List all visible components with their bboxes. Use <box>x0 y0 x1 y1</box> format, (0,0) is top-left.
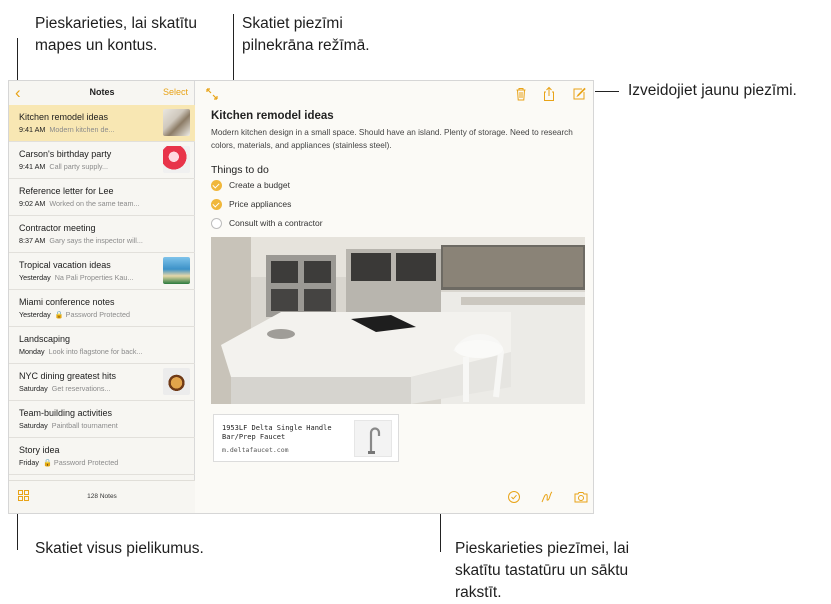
callout-attachments-line <box>17 508 18 550</box>
checklist-text: Create a budget <box>229 180 290 190</box>
checklist-item[interactable]: Consult with a contractor <box>211 218 323 232</box>
callout-attachments: Skatiet visus pielikumus. <box>35 540 204 557</box>
note-preview: Call party supply... <box>49 162 108 171</box>
note-preview: Na Pali Properties Kau... <box>54 273 134 282</box>
note-meta: Saturday Paintball tournament <box>19 421 195 430</box>
note-thumbnail <box>163 109 190 136</box>
checkbox-checked[interactable] <box>211 180 222 192</box>
trash-icon[interactable] <box>513 86 529 102</box>
note-time: Friday <box>19 458 39 467</box>
note-time: Yesterday <box>19 310 51 319</box>
note-heading: Kitchen remodel ideas <box>211 110 334 122</box>
notes-sidebar: ‹ Notes Select Kitchen remodel ideas 9:4… <box>9 81 195 513</box>
notes-app-screen: ‹ Notes Select Kitchen remodel ideas 9:4… <box>8 80 594 514</box>
note-time: Yesterday <box>19 273 51 282</box>
note-thumbnail <box>163 257 190 284</box>
callout-folders-line2: mapes un kontus. <box>35 37 158 54</box>
list-item[interactable]: Kitchen remodel ideas 9:41 AM Modern kitc… <box>9 105 195 142</box>
sketch-icon[interactable] <box>539 489 555 505</box>
sidebar-bottom-bar: 128 Notes <box>9 480 195 513</box>
callout-fullscreen-line1: Skatiet piezīmi <box>242 15 343 32</box>
checkbox-checked[interactable] <box>211 199 222 211</box>
list-item[interactable]: Story idea Friday 🔒 Password Protected <box>9 438 195 475</box>
note-time: 8:37 AM <box>19 236 46 245</box>
note-title: Story idea <box>19 445 60 455</box>
note-body[interactable]: Modern kitchen design in a small space. … <box>211 126 581 152</box>
note-preview: Get reservations... <box>51 384 111 393</box>
note-thumbnail <box>163 146 190 173</box>
callout-fullscreen: Skatiet piezīmi pilnekrāna režīmā. <box>242 13 370 57</box>
list-item[interactable]: Carson's birthday party 9:41 AM Call part… <box>9 142 195 179</box>
callout-fullscreen-line2: pilnekrāna režīmā. <box>242 37 370 54</box>
list-item[interactable]: Tropical vacation ideas Yesterday Na Pali… <box>9 253 195 290</box>
note-title: Contractor meeting <box>19 223 96 233</box>
note-time: 9:41 AM <box>19 162 46 171</box>
checklist-text: Price appliances <box>229 199 292 209</box>
callout-new-note: Izveidojiet jaunu piezīmi. <box>628 82 797 99</box>
note-preview: Look into flagstone for back... <box>48 347 143 356</box>
compose-icon[interactable] <box>571 86 587 102</box>
note-preview: Gary says the inspector will... <box>49 236 143 245</box>
expand-icon[interactable] <box>205 87 219 101</box>
notes-list: Kitchen remodel ideas 9:41 AM Modern kitc… <box>9 105 195 494</box>
link-card-url: m.deltafaucet.com <box>222 446 289 454</box>
checklist-icon[interactable] <box>506 489 522 505</box>
list-item[interactable]: Reference letter for Lee 9:02 AM Worked o… <box>9 179 195 216</box>
note-preview: Paintball tournament <box>51 421 118 430</box>
note-time: 9:41 AM <box>19 125 46 134</box>
callout-tap-note-line3: rakstīt. <box>455 584 502 601</box>
share-icon[interactable] <box>541 86 557 102</box>
callout-folders-line1: Pieskarieties, lai skatītu <box>35 15 197 32</box>
note-time: 9:02 AM <box>19 199 46 208</box>
checklist-text: Consult with a contractor <box>229 218 323 228</box>
kitchen-photo[interactable] <box>211 237 585 404</box>
note-title: Reference letter for Lee <box>19 186 114 196</box>
callout-fullscreen-line <box>233 14 234 86</box>
note-meta: 9:02 AM Worked on the same team... <box>19 199 195 208</box>
note-thumbnail <box>163 368 190 395</box>
link-card[interactable]: 1953LF Delta Single Handle Bar/Prep Fauc… <box>213 414 399 462</box>
note-title: Team-building activities <box>19 408 113 418</box>
callout-tap-note: Pieskarieties piezīmei, lai skatītu tast… <box>455 538 629 604</box>
list-item[interactable]: Miami conference notes Yesterday 🔒 Passwo… <box>9 290 195 327</box>
callout-new-note-line <box>595 91 619 92</box>
faucet-image <box>354 420 392 457</box>
note-preview: Modern kitchen de... <box>49 125 115 134</box>
sidebar-nav-bar: ‹ Notes Select <box>9 81 195 105</box>
callout-folders-line <box>17 38 18 85</box>
note-subheading: Things to do <box>211 164 269 176</box>
list-item[interactable]: Landscaping Monday Look into flagstone fo… <box>9 327 195 364</box>
checkbox-unchecked[interactable] <box>211 218 222 230</box>
callout-tap-note-line1: Pieskarieties piezīmei, lai <box>455 540 630 557</box>
list-item[interactable]: Team-building activities Saturday Paintba… <box>9 401 195 438</box>
note-preview: 🔒 Password Protected <box>42 458 119 467</box>
note-meta: Friday 🔒 Password Protected <box>19 458 195 467</box>
note-detail[interactable]: Kitchen remodel ideas Modern kitchen des… <box>195 81 593 513</box>
note-time: Monday <box>19 347 45 356</box>
list-item[interactable]: NYC dining greatest hits Saturday Get res… <box>9 364 195 401</box>
note-meta: 8:37 AM Gary says the inspector will... <box>19 236 195 245</box>
callout-tap-note-line2: skatītu tastatūru un sāktu <box>455 562 629 579</box>
list-item[interactable]: Contractor meeting 8:37 AM Gary says the … <box>9 216 195 253</box>
note-title: Miami conference notes <box>19 297 115 307</box>
note-meta: Monday Look into flagstone for back... <box>19 347 195 356</box>
link-card-title: 1953LF Delta Single Handle Bar/Prep Fauc… <box>222 424 332 441</box>
checklist-item[interactable]: Price appliances <box>211 199 291 213</box>
note-time: Saturday <box>19 384 48 393</box>
camera-icon[interactable] <box>573 489 589 505</box>
note-meta: Yesterday 🔒 Password Protected <box>19 310 195 319</box>
note-preview: 🔒 Password Protected <box>54 310 130 319</box>
checklist-item[interactable]: Create a budget <box>211 180 290 194</box>
select-button[interactable]: Select <box>163 87 188 97</box>
note-time: Saturday <box>19 421 48 430</box>
note-title: Landscaping <box>19 334 71 344</box>
note-preview: Worked on the same team... <box>49 199 140 208</box>
callout-folders: Pieskarieties, lai skatītu mapes un kont… <box>35 13 197 57</box>
notes-count: 128 Notes <box>87 493 117 500</box>
